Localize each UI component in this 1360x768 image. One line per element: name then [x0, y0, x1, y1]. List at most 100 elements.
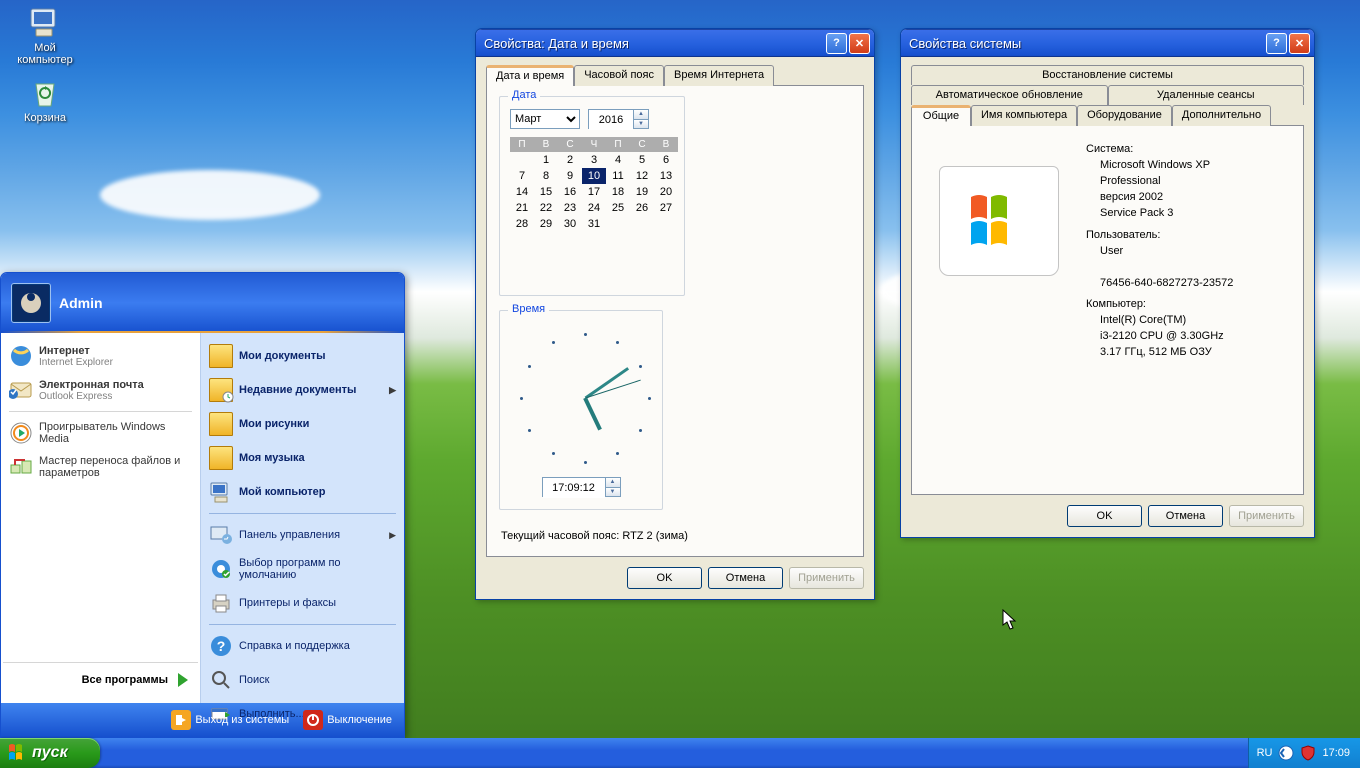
user-avatar [11, 283, 51, 323]
calendar-day[interactable]: 23 [558, 200, 582, 216]
start-item-fstw[interactable]: Мастер переноса файлов и параметров [3, 450, 198, 484]
start-item-mymusic[interactable]: Моя музыка [203, 441, 402, 475]
calendar-day[interactable]: 6 [654, 152, 678, 168]
mycomp-icon [209, 480, 233, 504]
calendar-day[interactable]: 7 [510, 168, 534, 184]
calendar-day[interactable]: 3 [582, 152, 606, 168]
close-button[interactable]: ✕ [1289, 33, 1310, 54]
start-button[interactable]: пуск [0, 738, 100, 768]
help-button[interactable]: ? [1266, 33, 1287, 54]
calendar-day[interactable]: 26 [630, 200, 654, 216]
language-indicator[interactable]: RU [1257, 747, 1273, 759]
calendar-day[interactable]: 5 [630, 152, 654, 168]
ok-button[interactable]: OK [627, 567, 702, 589]
tab-timezone[interactable]: Часовой пояс [574, 65, 664, 86]
calendar-day[interactable]: 27 [654, 200, 678, 216]
month-select[interactable]: Март [510, 109, 580, 129]
titlebar[interactable]: Свойства системы ? ✕ [901, 29, 1314, 57]
windows-logo-icon [967, 191, 1031, 251]
date-groupbox-label: Дата [508, 89, 540, 101]
start-item-help[interactable]: ?Справка и поддержка [203, 629, 402, 663]
tray-chevron-icon[interactable] [1278, 745, 1294, 761]
start-item-internet[interactable]: ИнтернетInternet Explorer [3, 339, 198, 373]
desktop-icon-label: Корзина [24, 112, 66, 124]
start-item-mycomp[interactable]: Мой компьютер [203, 475, 402, 509]
help-button[interactable]: ? [826, 33, 847, 54]
time-input[interactable] [543, 478, 605, 498]
window-datetime-properties[interactable]: Свойства: Дата и время ? ✕ Дата и время … [475, 28, 875, 600]
submenu-arrow-icon: ▶ [389, 385, 396, 396]
calendar-day[interactable]: 4 [606, 152, 630, 168]
tab-general[interactable]: Общие [911, 105, 971, 126]
calendar-day[interactable]: 18 [606, 184, 630, 200]
calendar-day[interactable]: 31 [582, 216, 606, 232]
year-spinner[interactable]: ▲▼ [588, 109, 649, 129]
titlebar[interactable]: Свойства: Дата и время ? ✕ [476, 29, 874, 57]
calendar-day[interactable]: 20 [654, 184, 678, 200]
calendar-day[interactable]: 13 [654, 168, 678, 184]
tab-computer-name[interactable]: Имя компьютера [971, 105, 1077, 126]
calendar-day[interactable]: 29 [534, 216, 558, 232]
start-item-email[interactable]: Электронная почтаOutlook Express [3, 373, 198, 407]
start-item-mydocs[interactable]: Мои документы [203, 339, 402, 373]
calendar-day[interactable]: 12 [630, 168, 654, 184]
calendar-day[interactable]: 17 [582, 184, 606, 200]
calendar-day[interactable]: 1 [534, 152, 558, 168]
start-item-mypics[interactable]: Мои рисунки [203, 407, 402, 441]
desktop-icon-recycle-bin[interactable]: Корзина [10, 76, 80, 124]
cancel-button[interactable]: Отмена [1148, 505, 1223, 527]
start-item-printers[interactable]: Принтеры и факсы [203, 586, 402, 620]
calendar-day[interactable]: 16 [558, 184, 582, 200]
start-item-cpl[interactable]: Панель управления▶ [203, 518, 402, 552]
start-menu[interactable]: Admin ИнтернетInternet ExplorerЭлектронн… [0, 272, 405, 738]
calendar-day[interactable]: 24 [582, 200, 606, 216]
time-up[interactable]: ▲ [605, 478, 620, 488]
year-up[interactable]: ▲ [633, 110, 648, 120]
time-spinner[interactable]: ▲▼ [542, 477, 621, 497]
tab-internet-time[interactable]: Время Интернета [664, 65, 774, 86]
start-item-search[interactable]: Поиск [203, 663, 402, 697]
year-input[interactable] [589, 110, 633, 130]
calendar-day[interactable]: 22 [534, 200, 558, 216]
window-system-properties[interactable]: Свойства системы ? ✕ Восстановление сист… [900, 28, 1315, 538]
calendar[interactable]: ПВСЧПСВ.12345678910111213141516171819202… [510, 137, 678, 232]
time-down[interactable]: ▼ [605, 488, 620, 497]
tab-hardware[interactable]: Оборудование [1077, 105, 1172, 126]
year-down[interactable]: ▼ [633, 120, 648, 129]
taskbar-clock[interactable]: 17:09 [1322, 747, 1350, 759]
calendar-day[interactable]: 30 [558, 216, 582, 232]
system-tray[interactable]: RU 17:09 [1248, 738, 1360, 768]
all-programs-button[interactable]: Все программы [3, 662, 198, 697]
start-item-recent[interactable]: Недавние документы▶ [203, 373, 402, 407]
start-item-wmp[interactable]: Проигрыватель Windows Media [3, 416, 198, 450]
calendar-day[interactable]: 2 [558, 152, 582, 168]
tab-auto-updates[interactable]: Автоматическое обновление [911, 85, 1108, 105]
calendar-day[interactable]: 28 [510, 216, 534, 232]
user-info-line: 76456-640-6827273-23572 [1100, 276, 1291, 292]
calendar-day[interactable]: 14 [510, 184, 534, 200]
logoff-button[interactable]: Выход из системы [171, 710, 289, 730]
ok-button[interactable]: OK [1067, 505, 1142, 527]
tab-remote[interactable]: Удаленные сеансы [1108, 85, 1305, 105]
close-button[interactable]: ✕ [849, 33, 870, 54]
email-icon [9, 378, 33, 402]
start-item-defprog[interactable]: Выбор программ по умолчанию [203, 552, 402, 586]
calendar-day[interactable]: 11 [606, 168, 630, 184]
tab-system-restore[interactable]: Восстановление системы [911, 65, 1304, 85]
tab-advanced[interactable]: Дополнительно [1172, 105, 1271, 126]
cancel-button[interactable]: Отмена [708, 567, 783, 589]
calendar-day[interactable]: 25 [606, 200, 630, 216]
calendar-day[interactable]: 10 [582, 168, 606, 184]
system-logo [924, 136, 1074, 361]
taskbar[interactable]: пуск RU 17:09 [0, 738, 1360, 768]
shutdown-button[interactable]: Выключение [303, 710, 392, 730]
calendar-day[interactable]: 21 [510, 200, 534, 216]
calendar-day[interactable]: 19 [630, 184, 654, 200]
computer-icon [28, 6, 62, 40]
calendar-day[interactable]: 15 [534, 184, 558, 200]
calendar-day[interactable]: 9 [558, 168, 582, 184]
calendar-day[interactable]: 8 [534, 168, 558, 184]
desktop-icon-my-computer[interactable]: Мой компьютер [10, 6, 80, 66]
tray-shield-icon[interactable] [1300, 745, 1316, 761]
tab-date-time[interactable]: Дата и время [486, 65, 574, 86]
